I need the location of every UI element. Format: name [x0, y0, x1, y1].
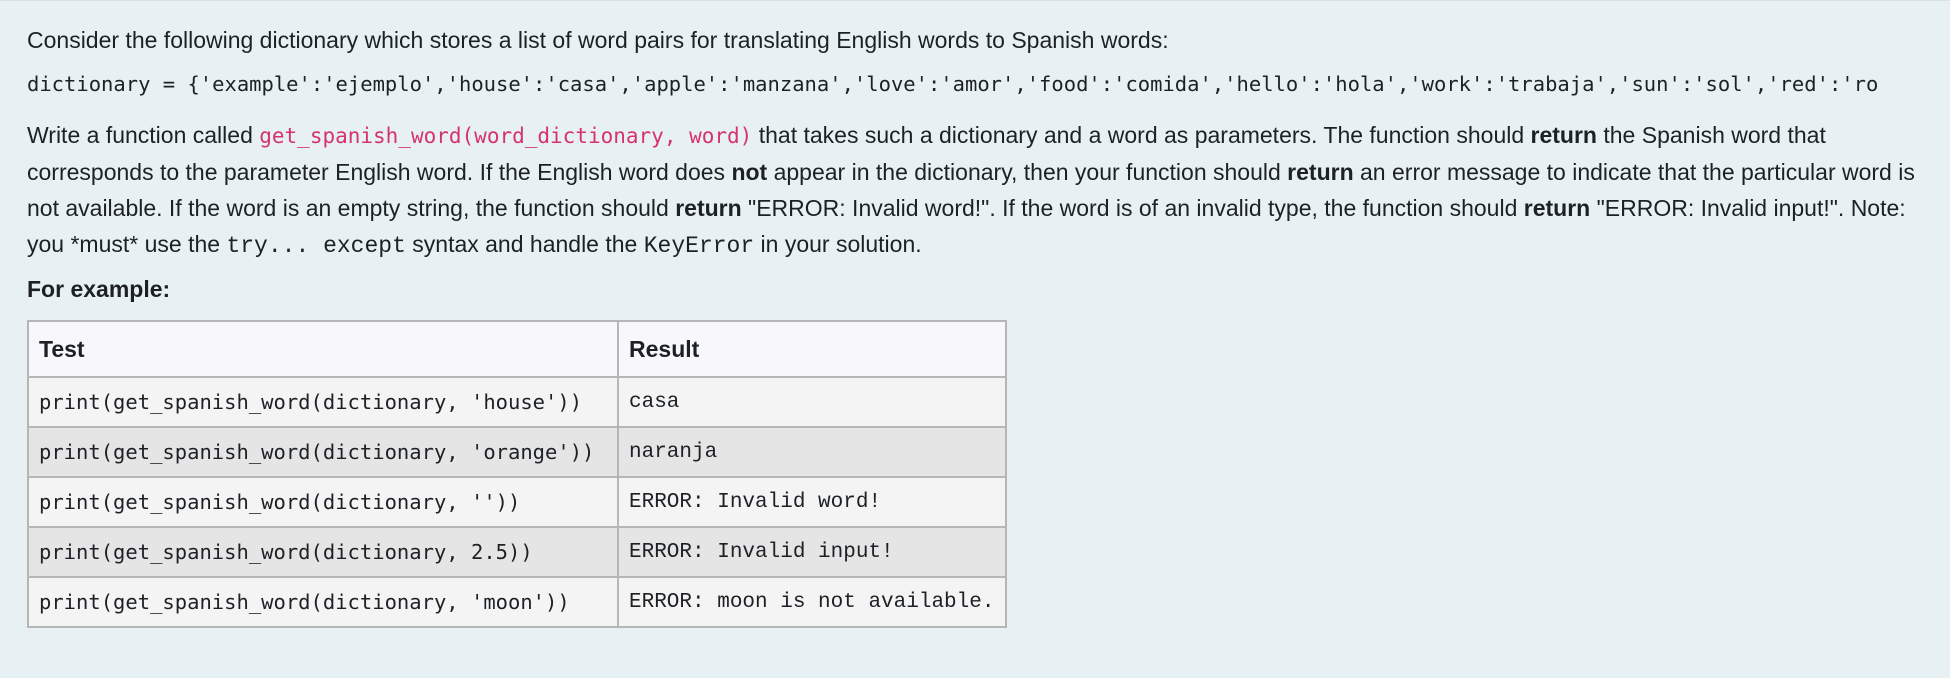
desc-text-8: syntax and handle the — [405, 231, 644, 257]
desc-text-6: "ERROR: Invalid word!". If the word is o… — [741, 195, 1524, 221]
test-cell: print(get_spanish_word(dictionary, 'oran… — [27, 426, 619, 478]
test-cell: print(get_spanish_word(dictionary, 'hous… — [27, 376, 619, 428]
table-header-row: Test Result — [27, 320, 1007, 378]
test-cell: print(get_spanish_word(dictionary, 2.5)) — [27, 526, 619, 578]
header-test: Test — [27, 320, 619, 378]
table-row: print(get_spanish_word(dictionary, 2.5))… — [27, 526, 1007, 578]
test-cell: print(get_spanish_word(dictionary, 'moon… — [27, 576, 619, 628]
intro-text: Consider the following dictionary which … — [27, 27, 1169, 53]
desc-text-1: Write a function called — [27, 122, 260, 148]
result-cell: ERROR: Invalid input! — [617, 526, 1007, 578]
desc-text-4: appear in the dictionary, then your func… — [767, 159, 1288, 185]
for-example-heading: For example: — [27, 276, 171, 302]
bold-return-1: return — [1530, 122, 1597, 148]
test-cell: print(get_spanish_word(dictionary, '')) — [27, 476, 619, 528]
code-keyerror: KeyError — [643, 233, 755, 259]
table-row: print(get_spanish_word(dictionary, 'hous… — [27, 376, 1007, 428]
result-cell: naranja — [617, 426, 1007, 478]
task-description: Write a function called get_spanish_word… — [27, 117, 1927, 264]
bold-return-2: return — [1287, 159, 1354, 185]
function-signature: get_spanish_word(word_dictionary, word) — [259, 124, 753, 148]
desc-text-2: that takes such a dictionary and a word … — [752, 122, 1531, 148]
question-text-panel: Consider the following dictionary which … — [0, 0, 1950, 678]
bold-not: not — [731, 159, 768, 185]
examples-table: Test Result print(get_spanish_word(dicti… — [27, 320, 1007, 628]
code-try-except: try... except — [226, 233, 406, 259]
desc-text-9: in your solution. — [754, 231, 922, 257]
result-cell: ERROR: Invalid word! — [617, 476, 1007, 528]
result-cell: casa — [617, 376, 1007, 428]
table-row: print(get_spanish_word(dictionary, '')) … — [27, 476, 1007, 528]
result-cell: ERROR: moon is not available. — [617, 576, 1007, 628]
bold-return-4: return — [1523, 195, 1591, 221]
table-row: print(get_spanish_word(dictionary, 'moon… — [27, 576, 1007, 628]
table-row: print(get_spanish_word(dictionary, 'oran… — [27, 426, 1007, 478]
header-result: Result — [617, 320, 1007, 378]
dictionary-code-line: dictionary = {'example':'ejemplo','house… — [27, 72, 1879, 96]
bold-return-3: return — [675, 195, 742, 221]
